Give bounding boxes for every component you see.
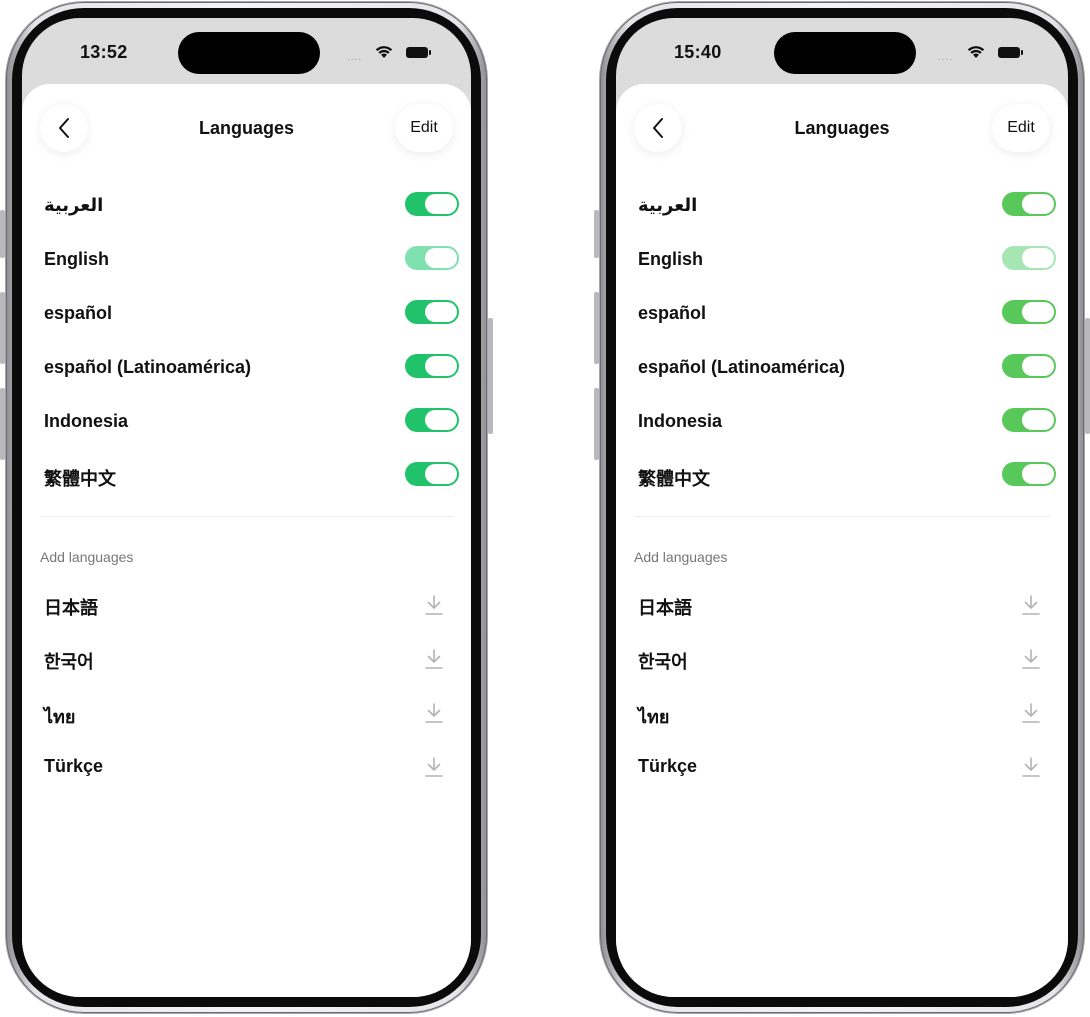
language-label: English xyxy=(638,249,704,269)
language-label: Indonesia xyxy=(638,411,723,431)
language-label: English xyxy=(44,249,110,269)
language-toggle[interactable] xyxy=(1002,192,1056,216)
languages-sheet: Languages Edit العربية English español e… xyxy=(616,84,1068,997)
language-row-traditional-chinese: 繁體中文 xyxy=(616,450,1068,504)
add-language-label: ไทย xyxy=(638,707,670,727)
language-row-arabic: العربية xyxy=(616,180,1068,234)
language-toggle[interactable] xyxy=(405,300,459,324)
volume-down-button xyxy=(0,388,5,460)
language-row-spanish-latam: español (Latinoamérica) xyxy=(22,342,471,396)
phone-right: 15:40 .... Languages Edit العربية Englis… xyxy=(594,0,1090,1017)
status-bar: 15:40 .... xyxy=(616,18,1068,86)
download-icon[interactable] xyxy=(425,756,443,778)
language-row-indonesia: Indonesia xyxy=(22,396,471,450)
language-toggle[interactable] xyxy=(1002,300,1056,324)
status-bar: 13:52 .... xyxy=(22,18,471,86)
download-icon[interactable] xyxy=(1022,594,1040,616)
language-row-traditional-chinese: 繁體中文 xyxy=(22,450,471,504)
add-languages-heading: Add languages xyxy=(40,549,134,565)
download-icon[interactable] xyxy=(1022,756,1040,778)
add-language-label: Türkçe xyxy=(638,756,698,776)
volume-down-button xyxy=(594,388,599,460)
edit-button[interactable]: Edit xyxy=(992,104,1050,152)
add-language-row[interactable]: 한국어 xyxy=(22,634,471,688)
add-language-label: Türkçe xyxy=(44,756,104,776)
language-label: Indonesia xyxy=(44,411,129,431)
edit-button[interactable]: Edit xyxy=(395,104,453,152)
status-time: 13:52 xyxy=(80,42,128,62)
signal-icon: .... xyxy=(347,52,363,63)
add-language-row[interactable]: 한국어 xyxy=(616,634,1068,688)
volume-up-button xyxy=(0,292,5,364)
signal-icon: .... xyxy=(938,52,954,63)
wifi-icon xyxy=(967,46,985,58)
languages-sheet: Languages Edit العربية English español e… xyxy=(22,84,471,997)
language-toggle[interactable] xyxy=(1002,408,1056,432)
language-toggle[interactable] xyxy=(405,408,459,432)
battery-icon xyxy=(998,47,1023,58)
download-icon[interactable] xyxy=(425,594,443,616)
add-language-row[interactable]: Türkçe xyxy=(616,742,1068,796)
action-button xyxy=(594,210,599,258)
language-label: español xyxy=(44,303,113,323)
add-language-label: ไทย xyxy=(44,707,76,727)
language-toggle[interactable] xyxy=(1002,354,1056,378)
add-language-row[interactable]: 日本語 xyxy=(22,580,471,634)
add-language-label: 日本語 xyxy=(44,598,98,618)
power-button xyxy=(1085,318,1090,434)
add-language-row[interactable]: ไทย xyxy=(22,688,471,742)
language-row-spanish: español xyxy=(616,288,1068,342)
screen: 15:40 .... Languages Edit العربية Englis… xyxy=(616,18,1068,997)
screen: 13:52 .... Languages Edit العربية Englis… xyxy=(22,18,471,997)
add-language-label: 한국어 xyxy=(638,652,688,672)
add-language-row[interactable]: 日本語 xyxy=(616,580,1068,634)
volume-up-button xyxy=(594,292,599,364)
divider xyxy=(40,516,453,517)
language-label: العربية xyxy=(638,195,698,215)
wifi-icon xyxy=(375,46,393,58)
divider xyxy=(634,516,1050,517)
battery-icon xyxy=(406,47,431,58)
language-toggle[interactable] xyxy=(1002,246,1056,270)
download-icon[interactable] xyxy=(1022,702,1040,724)
language-label: español (Latinoamérica) xyxy=(638,357,846,377)
action-button xyxy=(0,210,5,258)
language-label: العربية xyxy=(44,195,104,215)
language-row-english: English xyxy=(22,234,471,288)
language-toggle[interactable] xyxy=(1002,462,1056,486)
download-icon[interactable] xyxy=(425,702,443,724)
language-label: 繁體中文 xyxy=(44,469,116,489)
download-icon[interactable] xyxy=(425,648,443,670)
language-row-arabic: العربية xyxy=(22,180,471,234)
language-toggle[interactable] xyxy=(405,192,459,216)
language-toggle[interactable] xyxy=(405,462,459,486)
add-language-label: 日本語 xyxy=(638,598,692,618)
add-language-row[interactable]: Türkçe xyxy=(22,742,471,796)
power-button xyxy=(488,318,493,434)
language-row-spanish-latam: español (Latinoamérica) xyxy=(616,342,1068,396)
language-row-indonesia: Indonesia xyxy=(616,396,1068,450)
add-language-label: 한국어 xyxy=(44,652,94,672)
add-language-row[interactable]: ไทย xyxy=(616,688,1068,742)
language-toggle[interactable] xyxy=(405,246,459,270)
language-label: español (Latinoamérica) xyxy=(44,357,252,377)
language-row-english: English xyxy=(616,234,1068,288)
language-label: 繁體中文 xyxy=(638,469,710,489)
language-row-spanish: español xyxy=(22,288,471,342)
language-label: español xyxy=(638,303,707,323)
phone-left: 13:52 .... Languages Edit العربية Englis… xyxy=(0,0,493,1017)
dynamic-island xyxy=(178,32,320,74)
status-time: 15:40 xyxy=(674,42,722,62)
add-languages-heading: Add languages xyxy=(634,549,728,565)
dynamic-island xyxy=(774,32,916,74)
download-icon[interactable] xyxy=(1022,648,1040,670)
language-toggle[interactable] xyxy=(405,354,459,378)
